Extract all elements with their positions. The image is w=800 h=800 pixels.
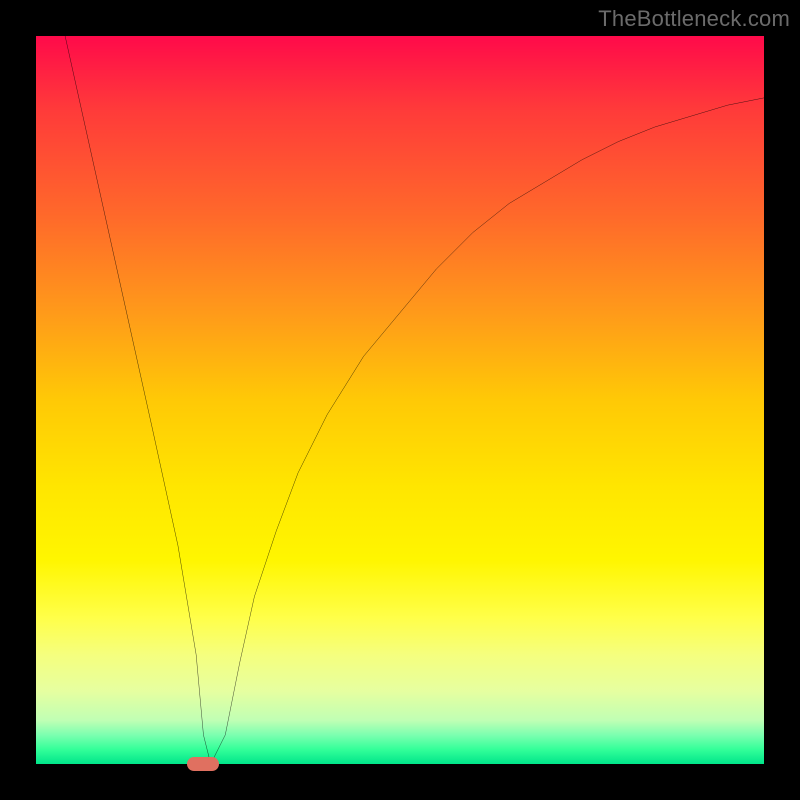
curve-svg [36, 36, 764, 764]
min-marker [187, 757, 219, 771]
curve-path [65, 36, 764, 764]
watermark-text: TheBottleneck.com [598, 6, 790, 32]
plot-area [36, 36, 764, 764]
chart-frame: TheBottleneck.com [0, 0, 800, 800]
